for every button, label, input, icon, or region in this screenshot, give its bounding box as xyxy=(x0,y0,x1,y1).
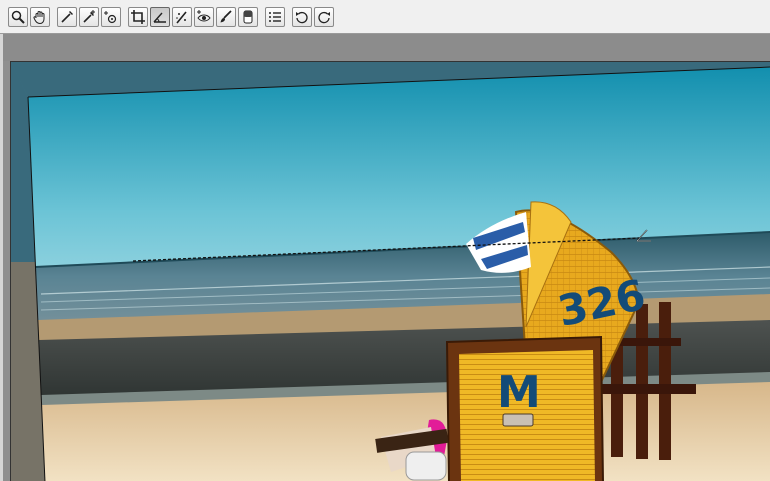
crop-tool-button[interactable] xyxy=(128,6,148,27)
crop-icon xyxy=(131,9,145,24)
preferences-tool-button[interactable] xyxy=(265,6,285,27)
eyedropper-icon xyxy=(61,10,73,23)
rotate-cw-icon xyxy=(318,11,330,23)
red-eye-tool-button[interactable] xyxy=(194,6,214,27)
rotate-ccw-icon xyxy=(296,11,308,23)
photo-canvas[interactable]: 326 M xyxy=(10,61,770,481)
straighten-icon xyxy=(153,12,166,23)
targeted-adjustment-tool-button[interactable] xyxy=(101,6,121,27)
graduated-filter-tool-button[interactable] xyxy=(238,6,258,27)
straighten-tool-button[interactable] xyxy=(150,6,170,27)
spot-removal-icon xyxy=(176,10,187,24)
magnifier-icon xyxy=(11,10,25,24)
color-sampler-tool-button[interactable] xyxy=(79,6,99,27)
list-icon xyxy=(269,11,281,22)
hand-icon xyxy=(33,10,45,24)
rotate-left-tool-button[interactable] xyxy=(292,6,312,27)
white-balance-tool-button[interactable] xyxy=(57,6,77,27)
beach-photo: 326 M xyxy=(11,62,770,481)
chair-letter: M xyxy=(497,367,541,418)
toolbar xyxy=(0,0,770,34)
target-adjust-icon xyxy=(104,10,117,23)
spot-removal-tool-button[interactable] xyxy=(172,6,192,27)
brush-icon xyxy=(220,9,232,22)
hand-tool-button[interactable] xyxy=(30,6,50,27)
zoom-tool-button[interactable] xyxy=(8,6,28,27)
workspace-left-edge xyxy=(0,34,3,481)
adjustment-brush-tool-button[interactable] xyxy=(216,6,236,27)
red-eye-icon xyxy=(197,9,211,21)
workspace-top xyxy=(0,34,770,61)
rotate-right-tool-button[interactable] xyxy=(314,6,334,27)
eyedropper-plus-icon xyxy=(83,9,95,23)
graduated-filter-icon xyxy=(243,10,253,23)
